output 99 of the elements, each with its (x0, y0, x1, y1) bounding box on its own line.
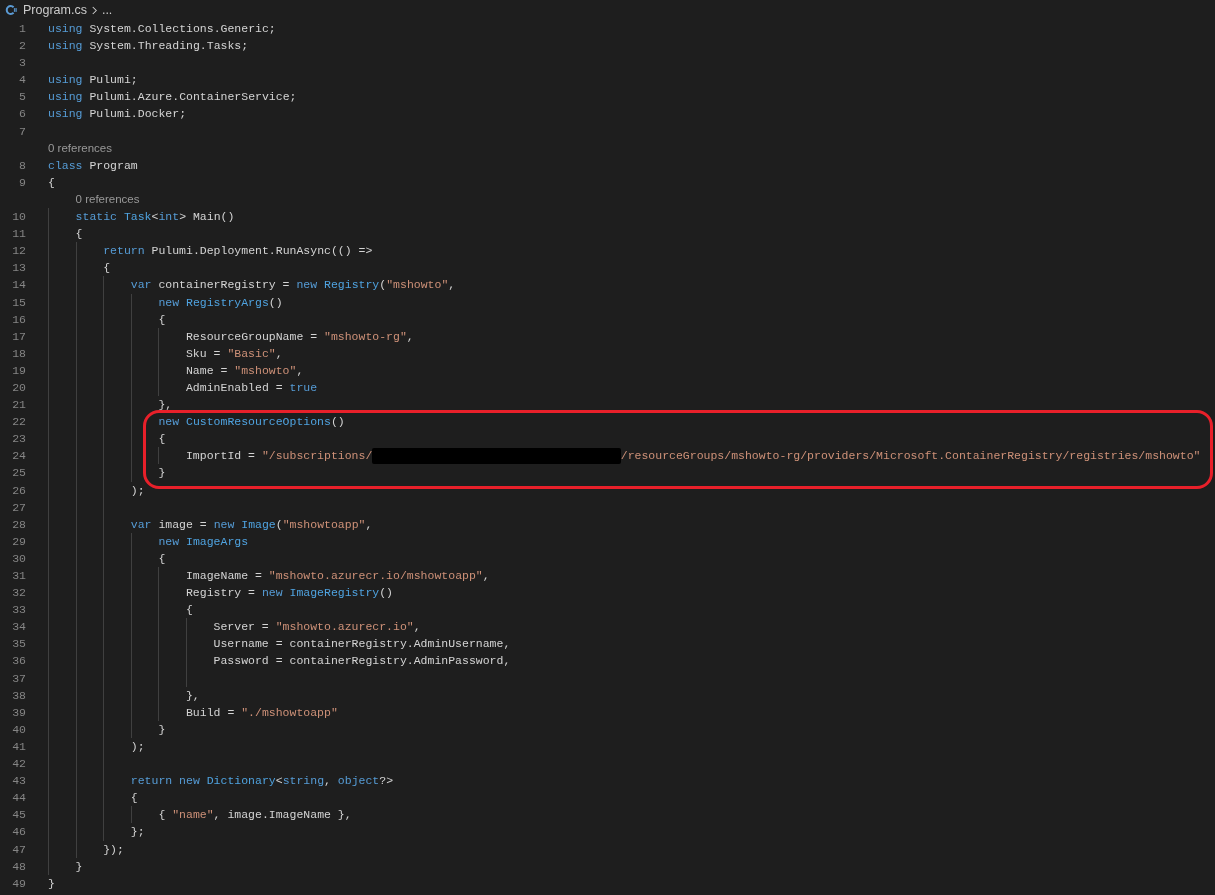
line-number: 8 (18, 157, 27, 174)
code-line: return Pulumi.Deployment.RunAsync(() => (103, 243, 373, 260)
code-line: using System.Collections.Generic; (48, 21, 276, 37)
line-number: 48 (11, 858, 27, 875)
line-number: 19 (11, 362, 27, 379)
code-line: ImageName = "mshowto.azurecr.io/mshowtoapp", (185, 568, 490, 584)
code-line: }, (185, 687, 200, 704)
code-line: ); (130, 482, 145, 499)
line-number: 43 (11, 773, 27, 790)
line-number: 11 (11, 226, 27, 243)
code-line: }); (103, 841, 124, 858)
line-number: 49 (11, 875, 27, 892)
line-number: 5 (18, 89, 27, 106)
code-line: Name = "mshowto", (185, 362, 304, 379)
code-line: { (185, 602, 193, 619)
line-number: 7 (18, 123, 27, 140)
breadcrumb-item[interactable]: Program.cs (23, 3, 87, 17)
line-number: 41 (11, 738, 27, 755)
line-number: 27 (11, 499, 27, 516)
code-line: new ImageArgs (158, 533, 249, 550)
code-line: using Pulumi.Docker; (48, 106, 187, 123)
line-number: 38 (11, 687, 27, 704)
breadcrumb-item[interactable]: ... (101, 3, 113, 17)
line-number: 40 (11, 721, 27, 738)
code-line: } (158, 465, 166, 482)
line-number: 35 (11, 636, 27, 653)
line-number: 31 (11, 568, 27, 584)
code-line: ResourceGroupName = "mshowto-rg", (185, 328, 414, 345)
code-line: } (48, 875, 55, 892)
code-line: { (103, 260, 111, 277)
code-line: ); (130, 738, 145, 755)
line-number: 18 (11, 345, 27, 362)
code-line: using Pulumi.Azure.ContainerService; (48, 89, 297, 106)
code-line: var containerRegistry = new Registry("mshowto", (130, 277, 456, 294)
code-line: Username = containerRegistry.AdminUsername, (213, 636, 511, 653)
chevron-icon (90, 4, 98, 16)
code-line: } (158, 721, 166, 738)
line-number: 45 (11, 807, 27, 824)
line-number: 47 (11, 841, 27, 858)
code-line: { (158, 311, 166, 328)
code-lens-link[interactable]: 0 references (75, 190, 140, 209)
line-number: 2 (18, 38, 27, 55)
line-number: 9 (18, 174, 27, 191)
code-line: return new Dictionary<string, object?> (130, 773, 394, 790)
line-number: 26 (11, 482, 27, 499)
code-line: { (158, 431, 166, 448)
line-number: 33 (11, 602, 27, 619)
line-number: 6 (18, 106, 27, 123)
line-number: 14 (11, 277, 27, 294)
line-number: 34 (11, 619, 27, 636)
line-number: 30 (11, 550, 27, 567)
code-line: Password = containerRegistry.AdminPassword, (213, 653, 511, 670)
code-line: ImportId = "/subscriptions/ /resourceGroups/mshowto-rg/providers/Microsoft.ContainerRegistry/registries/mshowto" (185, 447, 1201, 465)
code-line: Sku = "Basic", (185, 345, 283, 362)
line-number: 44 (11, 790, 27, 807)
code-line: class Program (48, 157, 138, 174)
line-number: 32 (11, 585, 27, 602)
code-line: new CustomResourceOptions() (158, 414, 345, 431)
line-number: 25 (11, 465, 27, 482)
line-number: 46 (11, 824, 27, 841)
line-number: 10 (11, 209, 27, 226)
line-number: 42 (11, 756, 27, 773)
line-number: 20 (11, 379, 27, 396)
code-line: { "name", image.ImageName }, (158, 807, 352, 824)
line-number: 21 (11, 397, 27, 414)
code-line: using System.Threading.Tasks; (48, 38, 249, 55)
line-number: 24 (11, 448, 27, 465)
line-number: 13 (11, 260, 27, 277)
line-number: 37 (11, 670, 27, 687)
code-line: Server = "mshowto.azurecr.io", (213, 619, 421, 636)
code-line: { (158, 550, 166, 567)
code-line: static Task<int> Main() (75, 209, 235, 226)
code-line: Registry = new ImageRegistry() (185, 585, 394, 602)
line-number: 36 (11, 653, 27, 670)
line-number: 39 (11, 704, 27, 721)
code-line: { (48, 174, 55, 191)
code-line: { (130, 790, 138, 807)
line-number: 16 (11, 311, 27, 328)
line-number: 3 (18, 55, 27, 72)
line-number: 29 (11, 533, 27, 550)
code-line: using Pulumi; (48, 72, 138, 89)
code-line: AdminEnabled = true (185, 379, 318, 396)
line-number: 12 (11, 243, 27, 260)
line-number: 28 (11, 516, 27, 533)
line-number: 22 (11, 414, 27, 431)
code-line: } (75, 858, 83, 875)
line-number: 15 (11, 294, 27, 311)
code-line: new RegistryArgs() (158, 294, 283, 311)
code-line: }, (158, 397, 173, 414)
code-line: { (75, 226, 83, 243)
code-line: var image = new Image("mshowtoapp", (130, 516, 373, 533)
file-type-icon (5, 4, 17, 16)
code-line: Build = "./mshowtoapp" (185, 704, 338, 721)
line-number: 4 (18, 72, 27, 89)
code-lens-link[interactable]: 0 references (48, 139, 112, 157)
line-number: 23 (11, 431, 27, 448)
code-line: }; (130, 824, 145, 841)
line-number: 17 (11, 328, 27, 345)
line-number: 1 (18, 21, 27, 37)
